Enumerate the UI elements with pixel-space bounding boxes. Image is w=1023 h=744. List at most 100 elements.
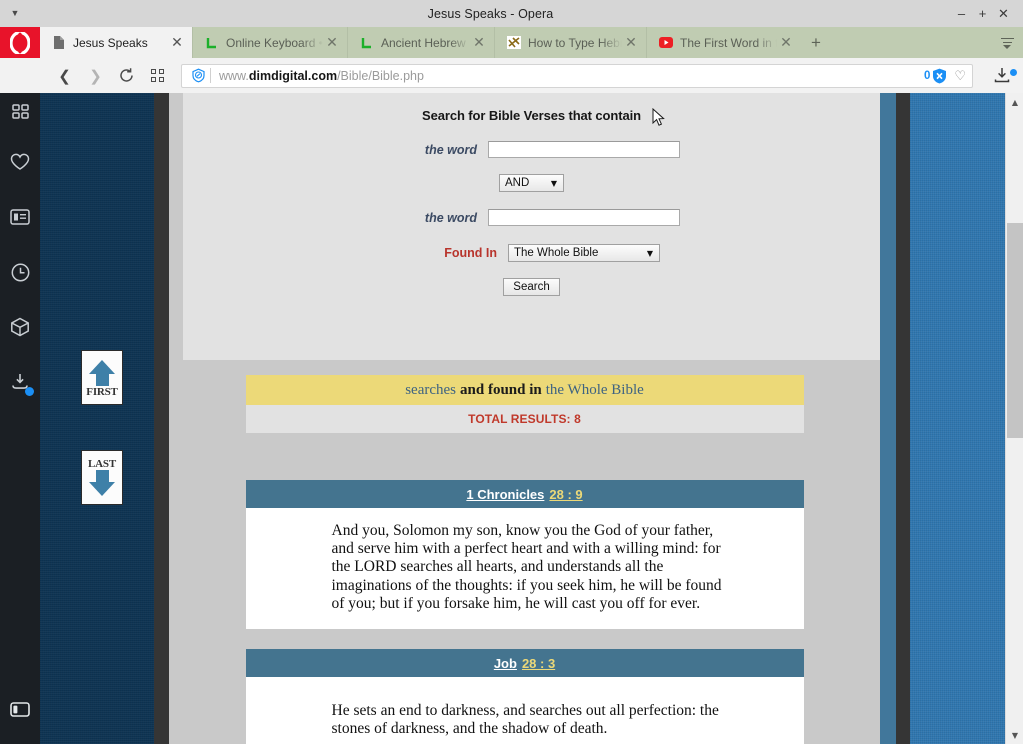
page-info-icon[interactable] — [188, 68, 208, 83]
reload-icon[interactable] — [111, 58, 142, 93]
page-content: Search for Bible Verses that contain the… — [169, 93, 880, 744]
tab-close-icon[interactable]: ✕ — [777, 36, 795, 50]
tab-close-icon[interactable]: ✕ — [470, 36, 488, 50]
tab-menu-icon[interactable] — [991, 27, 1023, 58]
blocked-ads-count: 0 — [924, 70, 930, 82]
ad-block-shield-icon[interactable] — [932, 68, 947, 84]
heart-icon[interactable]: ♡ — [954, 68, 966, 84]
search-button[interactable]: Search — [503, 278, 559, 296]
page-scrollbar[interactable]: ▲ ▼ — [1005, 93, 1023, 744]
page-right-blue-edge — [880, 93, 896, 744]
sidebar-item-extensions[interactable] — [0, 302, 40, 357]
verse-reference-header[interactable]: 1 Chronicles 28 : 9 — [246, 480, 804, 508]
found-in-label: Found In — [403, 246, 508, 260]
sidebar-item-speed-dial[interactable] — [0, 93, 40, 137]
banner-middle-text: and found in — [456, 382, 546, 399]
browser-tab-1[interactable]: Online Keyboard • Mul ✕ — [192, 27, 347, 58]
chevron-down-icon: ▼ — [637, 249, 657, 258]
nav-last-button[interactable]: LAST — [81, 450, 123, 505]
arrow-up-icon — [89, 358, 115, 386]
forward-arrow-icon[interactable]: ❯ — [80, 58, 111, 93]
back-arrow-icon[interactable]: ❮ — [49, 58, 80, 93]
word2-label: the word — [383, 211, 488, 225]
navigation-bar: ❮ ❯ www.dimdigital.com/Bible/Bible.php 0… — [0, 58, 1023, 93]
sidebar-item-history[interactable] — [0, 247, 40, 302]
panel-toggle-icon — [10, 702, 30, 722]
total-results: TOTAL RESULTS: 8 — [246, 405, 804, 433]
banner-search-term[interactable]: searches — [405, 382, 456, 399]
grid-squares-icon — [12, 104, 29, 126]
opera-logo-icon[interactable] — [0, 27, 40, 58]
scroll-up-arrow-icon[interactable]: ▲ — [1006, 93, 1023, 111]
window-title: Jesus Speaks - Opera — [30, 7, 951, 21]
word1-label: the word — [383, 143, 488, 157]
download-tray-icon — [10, 373, 31, 396]
verse-result-1: Job 28 : 3 He sets an end to darkness, a… — [246, 649, 804, 744]
nav-first-button[interactable]: FIRST — [81, 350, 123, 405]
browser-sidebar — [0, 93, 40, 744]
news-card-icon — [10, 209, 30, 230]
window-controls: – + ✕ — [951, 0, 1023, 27]
clock-icon — [11, 263, 30, 287]
minimize-button[interactable]: – — [951, 0, 972, 27]
tab-close-icon[interactable]: ✕ — [323, 36, 341, 50]
results-banner: searches and found in the Whole Bible — [246, 375, 804, 405]
search-form-title: Search for Bible Verses that contain — [183, 93, 880, 123]
sidebar-item-downloads[interactable] — [0, 357, 40, 412]
search-operator-select[interactable]: AND ▼ — [499, 174, 564, 192]
address-divider — [210, 68, 211, 83]
sidebar-item-news[interactable] — [0, 192, 40, 247]
found-in-select[interactable]: The Whole Bible ▼ — [508, 244, 660, 262]
speed-dial-icon[interactable] — [142, 58, 173, 93]
mouse-cursor — [652, 108, 665, 132]
search-submit-row: Search — [183, 278, 880, 296]
tab-close-icon[interactable]: ✕ — [622, 36, 640, 50]
sidebar-item-panel-toggle[interactable] — [0, 680, 40, 744]
verse-result-0: 1 Chronicles 28 : 9 And you, Solomon my … — [246, 480, 804, 629]
verse-chapter-verse-link[interactable]: 28 : 3 — [522, 656, 555, 671]
banner-scope[interactable]: the Whole Bible — [546, 382, 644, 399]
search-word2-input[interactable] — [488, 209, 680, 226]
scrollbar-thumb[interactable] — [1007, 223, 1023, 438]
tab-label: The First Word in the B — [680, 36, 777, 50]
search-word1-input[interactable] — [488, 141, 680, 158]
browser-tab-3[interactable]: How to Type Hebrew ✕ — [494, 27, 646, 58]
results-gap — [246, 433, 804, 480]
maximize-button[interactable]: + — [972, 0, 993, 27]
close-button[interactable]: ✕ — [993, 0, 1014, 27]
tab-label: Ancient Hebrew Dictio — [381, 36, 470, 50]
arrow-down-icon — [89, 470, 115, 498]
tab-label: Online Keyboard • Mul — [226, 36, 323, 50]
verse-book-link[interactable]: 1 Chronicles — [466, 487, 544, 502]
sidebar-item-favorites[interactable] — [0, 137, 40, 192]
tab-label: How to Type Hebrew — [528, 36, 622, 50]
lexilogos-icon — [204, 35, 219, 50]
browser-tab-2[interactable]: Ancient Hebrew Dictio ✕ — [347, 27, 494, 58]
youtube-icon — [658, 35, 673, 50]
scroll-down-arrow-icon[interactable]: ▼ — [1006, 726, 1023, 744]
verse-text: He sets an end to darkness, and searches… — [246, 677, 804, 744]
window-menu-icon[interactable]: ▼ — [0, 0, 30, 27]
url-text: www.dimdigital.com/Bible/Bible.php — [219, 69, 924, 83]
search-scope-row: Found In The Whole Bible ▼ — [183, 244, 880, 262]
heart-icon — [10, 153, 30, 176]
verse-book-link[interactable]: Job — [494, 656, 517, 671]
browser-tab-4[interactable]: The First Word in the B ✕ — [646, 27, 801, 58]
download-icon[interactable] — [981, 67, 1023, 85]
search-form: Search for Bible Verses that contain the… — [183, 93, 880, 360]
chevron-down-icon: ▼ — [541, 179, 561, 188]
browser-tab-0[interactable]: Jesus Speaks ✕ — [40, 27, 192, 58]
tab-close-icon[interactable]: ✕ — [168, 36, 186, 50]
address-bar[interactable]: www.dimdigital.com/Bible/Bible.php 0 ♡ — [181, 64, 973, 88]
verse-chapter-verse-link[interactable]: 28 : 9 — [549, 487, 582, 502]
page-left-dark-edge — [154, 93, 169, 744]
verse-reference-header[interactable]: Job 28 : 3 — [246, 649, 804, 677]
tab-label: Jesus Speaks — [73, 36, 168, 50]
new-tab-button[interactable]: + — [801, 27, 831, 58]
lexilogos-icon — [359, 35, 374, 50]
operator-value: AND — [505, 177, 529, 189]
page-viewport: Search for Bible Verses that contain the… — [40, 93, 1023, 744]
document-icon — [51, 35, 66, 50]
nav-last-label: LAST — [88, 458, 116, 470]
found-in-value: The Whole Bible — [514, 247, 598, 259]
